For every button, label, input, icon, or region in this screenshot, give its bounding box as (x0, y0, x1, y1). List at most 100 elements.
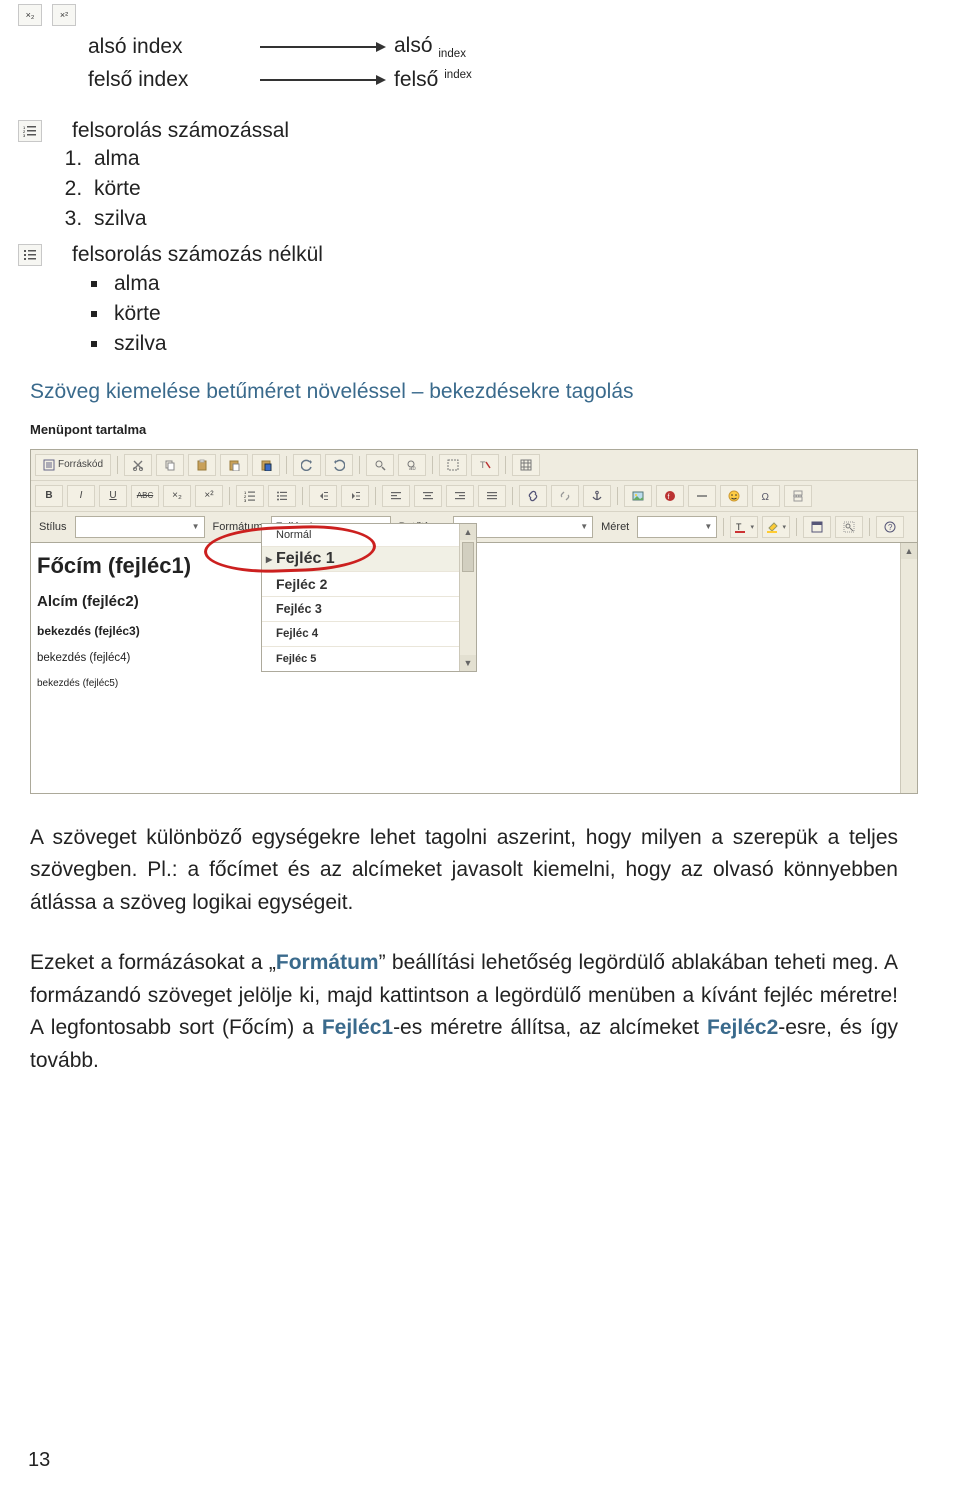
also-index-label: alsó index (88, 31, 258, 64)
section-heading: Szöveg kiemelése betűméret növeléssel – … (30, 380, 910, 404)
format-label: Formátum (213, 521, 263, 533)
hr-icon[interactable] (688, 485, 716, 507)
also-index-sub: index (438, 48, 466, 60)
copy-icon[interactable] (156, 454, 184, 476)
strike-button[interactable]: ABC (131, 485, 159, 507)
redo-icon[interactable] (325, 454, 353, 476)
felso-index-sup: index (444, 69, 472, 81)
scroll-down-icon[interactable]: ▼ (460, 655, 476, 671)
about-icon[interactable]: ? (876, 516, 904, 538)
pagebreak-icon[interactable] (784, 485, 812, 507)
preview-h5: bekezdés (fejléc5) (37, 678, 263, 689)
bulleted-list: alma körte szilva (110, 272, 910, 356)
maximize-icon[interactable] (803, 516, 831, 538)
superscript-icon[interactable]: ×² (52, 4, 76, 26)
fejlec1-word: Fejléc1 (322, 1016, 393, 1039)
svg-text:3: 3 (244, 498, 247, 502)
editor-scrollbar[interactable]: ▲ (900, 543, 917, 793)
paste-text-icon[interactable] (220, 454, 248, 476)
dropdown-item-f1[interactable]: Fejléc 1 (262, 546, 476, 571)
sup-button[interactable]: ×² (195, 485, 223, 507)
preview-h2: Alcím (fejléc2) (37, 593, 263, 610)
subscript-icon-label: ×₂ (26, 10, 35, 20)
smiley-icon[interactable] (720, 485, 748, 507)
dropdown-item-f4[interactable]: Fejléc 4 (262, 621, 476, 646)
dropdown-item-f3[interactable]: Fejléc 3 (262, 596, 476, 621)
replace-icon[interactable]: ab (398, 454, 426, 476)
dropdown-item-normal[interactable]: Normál (262, 524, 476, 546)
underline-button[interactable]: U (99, 485, 127, 507)
size-combo[interactable]: ▼ (637, 516, 717, 538)
list-item: alma (110, 272, 910, 296)
scroll-up-icon[interactable]: ▲ (901, 543, 917, 559)
undo-icon[interactable] (293, 454, 321, 476)
source-button[interactable]: Forráskód (35, 454, 111, 476)
italic-button[interactable]: I (67, 485, 95, 507)
find-icon[interactable] (366, 454, 394, 476)
showblocks-icon[interactable] (835, 516, 863, 538)
editor-screenshot: Menüpont tartalma Forráskód ab (30, 422, 918, 794)
bgcolor-icon[interactable]: ▾ (762, 516, 790, 538)
table-icon[interactable] (512, 454, 540, 476)
chevron-down-icon: ▼ (580, 522, 588, 531)
numlist-button[interactable]: 123 (236, 485, 264, 507)
sub-button[interactable]: ×₂ (163, 485, 191, 507)
arrow-icon (258, 70, 388, 90)
scroll-thumb[interactable] (462, 542, 474, 572)
list-item: körte (88, 177, 910, 201)
cut-icon[interactable] (124, 454, 152, 476)
svg-text:Ω: Ω (762, 492, 770, 502)
bold-button[interactable]: B (35, 485, 63, 507)
unlink-icon[interactable] (551, 485, 579, 507)
outdent-button[interactable] (309, 485, 337, 507)
selectall-icon[interactable] (439, 454, 467, 476)
editor-menu-label: Menüpont tartalma (30, 422, 918, 437)
fejlec2-word: Fejléc2 (707, 1016, 778, 1039)
size-label: Méret (601, 521, 629, 533)
also-index-demo: alsó index (394, 30, 574, 64)
align-justify-button[interactable] (478, 485, 506, 507)
bulleted-list-icon[interactable] (18, 244, 42, 266)
paste-icon[interactable] (188, 454, 216, 476)
preview-h3: bekezdés (fejléc3) (37, 624, 263, 638)
superscript-icon-label: ×² (60, 10, 68, 20)
paragraph-2: Ezeket a formázásokat a „Formátum” beáll… (30, 947, 898, 1077)
remove-format-icon[interactable]: T (471, 454, 499, 476)
dropdown-item-f5[interactable]: Fejléc 5 (262, 646, 476, 671)
preview-h1: Főcím (fejléc1) (37, 553, 263, 579)
svg-text:T: T (736, 522, 742, 532)
bulleted-list-label: felsorolás számozás nélkül (72, 239, 323, 272)
image-icon[interactable] (624, 485, 652, 507)
dropdown-item-f2[interactable]: Fejléc 2 (262, 571, 476, 596)
link-icon[interactable] (519, 485, 547, 507)
indent-button[interactable] (341, 485, 369, 507)
flash-icon[interactable]: f (656, 485, 684, 507)
subscript-icon[interactable]: ×₂ (18, 4, 42, 26)
align-left-button[interactable] (382, 485, 410, 507)
style-label: Stílus (39, 521, 67, 533)
editor-preview-pane: Főcím (fejléc1) Alcím (fejléc2) bekezdés… (31, 543, 271, 793)
chevron-down-icon: ▼ (704, 522, 712, 531)
format-word: Formátum (276, 951, 379, 974)
scroll-up-icon[interactable]: ▲ (460, 524, 476, 540)
page-number: 13 (28, 1449, 50, 1472)
dropdown-scrollbar[interactable]: ▲ ▼ (459, 524, 476, 671)
style-combo[interactable]: ▼ (75, 516, 205, 538)
felso-index-demo: felső index (394, 64, 574, 97)
svg-text:?: ? (888, 523, 893, 532)
specialchar-icon[interactable]: Ω (752, 485, 780, 507)
svg-text:T: T (480, 460, 486, 470)
anchor-icon[interactable] (583, 485, 611, 507)
source-button-label: Forráskód (58, 459, 103, 470)
numbered-list-icon[interactable]: 123 (18, 120, 42, 142)
numbered-list-label: felsorolás számozással (72, 115, 289, 148)
align-center-button[interactable] (414, 485, 442, 507)
list-item: körte (110, 302, 910, 326)
format-dropdown: Normál Fejléc 1 Fejléc 2 Fejléc 3 Fejléc… (261, 523, 477, 672)
chevron-down-icon: ▼ (192, 522, 200, 531)
svg-text:3: 3 (23, 133, 26, 138)
align-right-button[interactable] (446, 485, 474, 507)
textcolor-icon[interactable]: T▾ (730, 516, 758, 538)
paste-word-icon[interactable] (252, 454, 280, 476)
bulletlist-button[interactable] (268, 485, 296, 507)
